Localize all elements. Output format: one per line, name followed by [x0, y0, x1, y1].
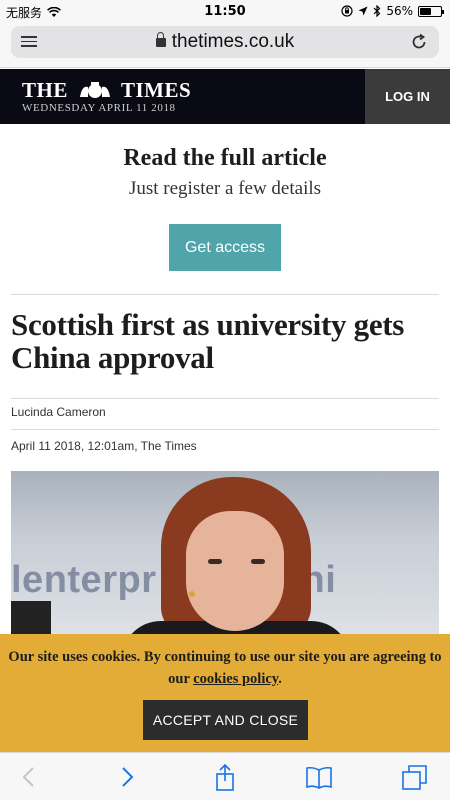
status-right: 56% — [341, 4, 444, 18]
location-icon — [358, 6, 368, 16]
cookies-policy-link[interactable]: cookies policy — [193, 671, 278, 687]
article-headline: Scottish first as university gets China … — [11, 307, 405, 375]
reload-icon[interactable] — [409, 32, 429, 52]
divider — [11, 294, 439, 295]
tabs-icon[interactable] — [400, 763, 430, 791]
promo-subtitle: Just register a few details — [128, 178, 322, 199]
battery-percent: 56% — [386, 4, 413, 18]
login-button[interactable]: LOG IN — [365, 69, 450, 124]
get-access-button[interactable]: Get access — [169, 224, 281, 271]
cookie-text-end: . — [278, 671, 282, 687]
bookmarks-icon[interactable] — [304, 763, 334, 791]
article-author[interactable]: Lucinda Cameron — [11, 405, 106, 419]
divider — [11, 398, 439, 399]
status-bar: 无服务 11:50 56% — [0, 0, 450, 22]
back-icon[interactable] — [14, 763, 44, 791]
cookie-banner: Our site uses cookies. By continuing to … — [0, 634, 450, 752]
cookie-message: Our site uses cookies. By continuing to … — [8, 646, 442, 690]
url-text: thetimes.co.uk — [171, 31, 295, 52]
site-header: THE TIMES WEDNESDAY APRIL 11 2018 LOG IN — [0, 69, 450, 124]
article-timestamp: April 11 2018, 12:01am, The Times — [11, 439, 197, 453]
divider — [11, 429, 439, 430]
battery-fill — [420, 7, 432, 15]
url-display[interactable]: thetimes.co.uk — [11, 31, 439, 53]
lock-icon — [155, 32, 166, 47]
battery-icon — [418, 5, 444, 17]
browser-toolbar — [0, 752, 450, 800]
times-logo[interactable]: THE TIMES — [22, 78, 191, 103]
forward-icon[interactable] — [112, 763, 142, 791]
bluetooth-icon — [373, 5, 381, 17]
url-field[interactable]: thetimes.co.uk — [11, 26, 439, 58]
orientation-lock-icon — [341, 5, 353, 17]
promo-title: Read the full article — [123, 145, 327, 171]
masthead-times: TIMES — [120, 78, 192, 102]
share-icon[interactable] — [210, 763, 240, 791]
masthead-the: THE — [22, 78, 68, 102]
browser-address-bar: thetimes.co.uk — [0, 22, 450, 68]
header-date: WEDNESDAY APRIL 11 2018 — [22, 102, 176, 114]
accept-and-close-button[interactable]: ACCEPT AND CLOSE — [143, 700, 308, 740]
article-image: lenterpr demy/chi — [11, 471, 439, 641]
royal-crest-icon — [79, 82, 110, 98]
